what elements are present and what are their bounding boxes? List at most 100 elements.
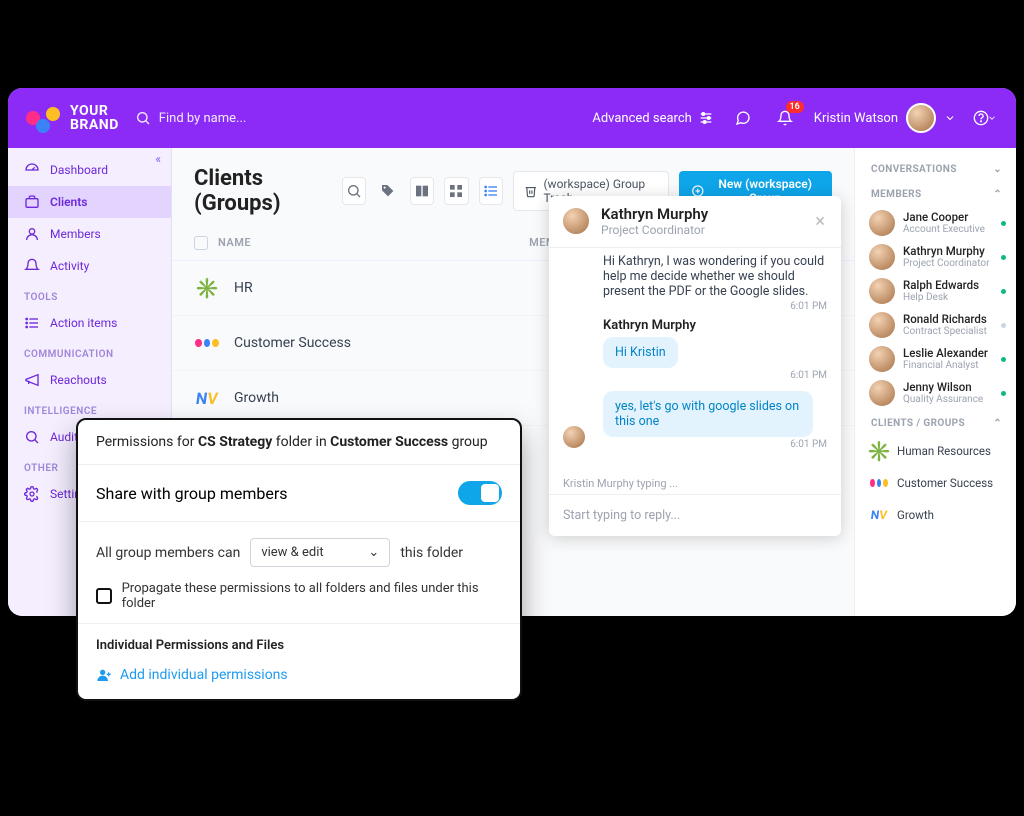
view-cards-button[interactable]	[410, 177, 434, 205]
member-row[interactable]: Jenny WilsonQuality Assurance	[867, 376, 1016, 410]
chat-avatar	[561, 206, 591, 236]
hr-group-icon: ✳️	[194, 275, 220, 301]
gauge-icon	[24, 162, 40, 178]
sidebar-item-reachouts[interactable]: Reachouts	[8, 364, 171, 396]
rail-heading-members[interactable]: MEMBERS⌃	[867, 181, 1016, 206]
help-button[interactable]	[972, 105, 998, 131]
select-all-checkbox[interactable]	[194, 236, 218, 250]
zoom-icon	[24, 429, 40, 445]
avatar	[869, 312, 895, 338]
add-individual-permissions[interactable]: Add individual permissions	[96, 667, 502, 683]
propagate-label: Propagate these permissions to all folde…	[122, 581, 502, 611]
member-row[interactable]: Ralph EdwardsHelp Desk	[867, 274, 1016, 308]
sidebar-heading-communication: COMMUNICATION	[8, 339, 171, 364]
page-title: Clients (Groups)	[194, 166, 332, 216]
chevron-down-icon	[987, 113, 997, 123]
chat-header: Kathryn Murphy Project Coordinator ×	[549, 196, 841, 248]
chevron-down-icon	[944, 112, 956, 124]
grid-icon	[448, 183, 464, 199]
chevron-down-icon: ⌄	[993, 164, 1002, 175]
message-time: 6:01 PM	[603, 370, 827, 381]
share-label: Share with group members	[96, 484, 288, 503]
chat-reply-avatar	[561, 424, 587, 450]
user-plus-icon	[96, 667, 112, 683]
chevron-up-icon: ⌃	[993, 418, 1002, 429]
list-icon	[24, 315, 40, 331]
megaphone-icon	[24, 372, 40, 388]
cs-group-icon	[194, 330, 220, 356]
logo-mark	[26, 101, 60, 135]
chat-contact-name: Kathryn Murphy	[601, 206, 708, 223]
cs-group-icon	[869, 473, 889, 493]
sidebar-item-members[interactable]: Members	[8, 218, 171, 250]
notif-count: 16	[786, 101, 804, 113]
collapse-sidebar[interactable]: «	[155, 152, 161, 166]
chat-bubble: yes, let's go with google slides on this…	[603, 391, 813, 437]
sidebar-heading-tools: TOOLS	[8, 282, 171, 307]
presence-dot	[1001, 221, 1006, 226]
search-button[interactable]	[342, 177, 366, 205]
notifications-button[interactable]: 16	[772, 105, 798, 131]
sidebar-item-clients[interactable]: Clients	[8, 186, 171, 218]
member-row[interactable]: Jane CooperAccount Executive	[867, 206, 1016, 240]
permissions-modal: Permissions for CS Strategy folder in Cu…	[76, 418, 522, 701]
chat-close-button[interactable]: ×	[811, 211, 829, 232]
growth-group-icon: NV	[192, 385, 222, 411]
chat-sender-name: Kathryn Murphy	[603, 318, 827, 333]
hr-group-icon: ✳️	[869, 441, 889, 461]
rail-heading-conversations[interactable]: CONVERSATIONS⌄	[867, 156, 1016, 181]
briefcase-icon	[24, 194, 40, 210]
global-search[interactable]: Find by name...	[135, 110, 247, 126]
presence-dot	[1001, 255, 1006, 260]
sidebar-item-activity[interactable]: Activity	[8, 250, 171, 282]
share-toggle[interactable]	[458, 481, 502, 505]
right-rail: CONVERSATIONS⌄ MEMBERS⌃ Jane CooperAccou…	[854, 148, 1016, 616]
presence-dot	[1001, 391, 1006, 396]
tag-icon	[380, 183, 396, 199]
messages-button[interactable]	[730, 105, 756, 131]
view-list-button[interactable]	[479, 177, 503, 205]
typing-indicator: Kristin Murphy typing ...	[549, 473, 841, 494]
rail-heading-clients[interactable]: CLIENTS / GROUPS⌃	[867, 410, 1016, 435]
member-row[interactable]: Leslie AlexanderFinancial Analyst	[867, 342, 1016, 376]
individual-heading: Individual Permissions and Files	[96, 638, 502, 653]
chat-message-incoming: Hi Kathryn, I was wondering if you could…	[603, 254, 827, 299]
topbar: YOURBRAND Find by name... Advanced searc…	[8, 88, 1016, 148]
client-row[interactable]: Customer Success	[867, 467, 1016, 499]
message-time: 6:01 PM	[603, 301, 827, 312]
avatar	[869, 380, 895, 406]
chat-bubble: Hi Kristin	[603, 337, 678, 368]
presence-dot	[1001, 323, 1006, 328]
chat-input[interactable]: Start typing to reply...	[549, 494, 841, 536]
permission-select[interactable]: view & edit ⌄	[250, 538, 390, 567]
sidebar-item-dashboard[interactable]: Dashboard	[8, 154, 171, 186]
advanced-search-link[interactable]: Advanced search	[592, 110, 713, 126]
col-name[interactable]: NAME	[218, 236, 502, 250]
message-time: 6:01 PM	[603, 439, 827, 450]
brand-name: YOURBRAND	[70, 104, 119, 132]
member-row[interactable]: Kathryn MurphyProject Coordinator	[867, 240, 1016, 274]
client-row[interactable]: ✳️Human Resources	[867, 435, 1016, 467]
member-row[interactable]: Ronald RichardsContract Specialist	[867, 308, 1016, 342]
presence-dot	[1001, 357, 1006, 362]
view-grid-button[interactable]	[444, 177, 468, 205]
propagate-checkbox[interactable]	[96, 588, 112, 604]
bell-icon	[24, 258, 40, 274]
tag-button[interactable]	[376, 177, 400, 205]
avatar	[869, 210, 895, 236]
brand-logo[interactable]: YOURBRAND	[26, 101, 119, 135]
presence-dot	[1001, 289, 1006, 294]
user-menu[interactable]: Kristin Watson	[814, 103, 956, 133]
list-icon	[483, 183, 499, 199]
chat-popup: Kathryn Murphy Project Coordinator × Hi …	[549, 196, 841, 536]
sidebar-item-action-items[interactable]: Action items	[8, 307, 171, 339]
avatar	[869, 278, 895, 304]
client-row[interactable]: NVGrowth	[867, 499, 1016, 531]
user-icon	[24, 226, 40, 242]
search-icon	[346, 183, 362, 199]
permissions-title: Permissions for CS Strategy folder in Cu…	[78, 420, 520, 465]
avatar	[869, 346, 895, 372]
chevron-down-icon: ⌄	[368, 545, 379, 560]
gear-icon	[24, 486, 40, 502]
chat-contact-role: Project Coordinator	[601, 223, 708, 237]
